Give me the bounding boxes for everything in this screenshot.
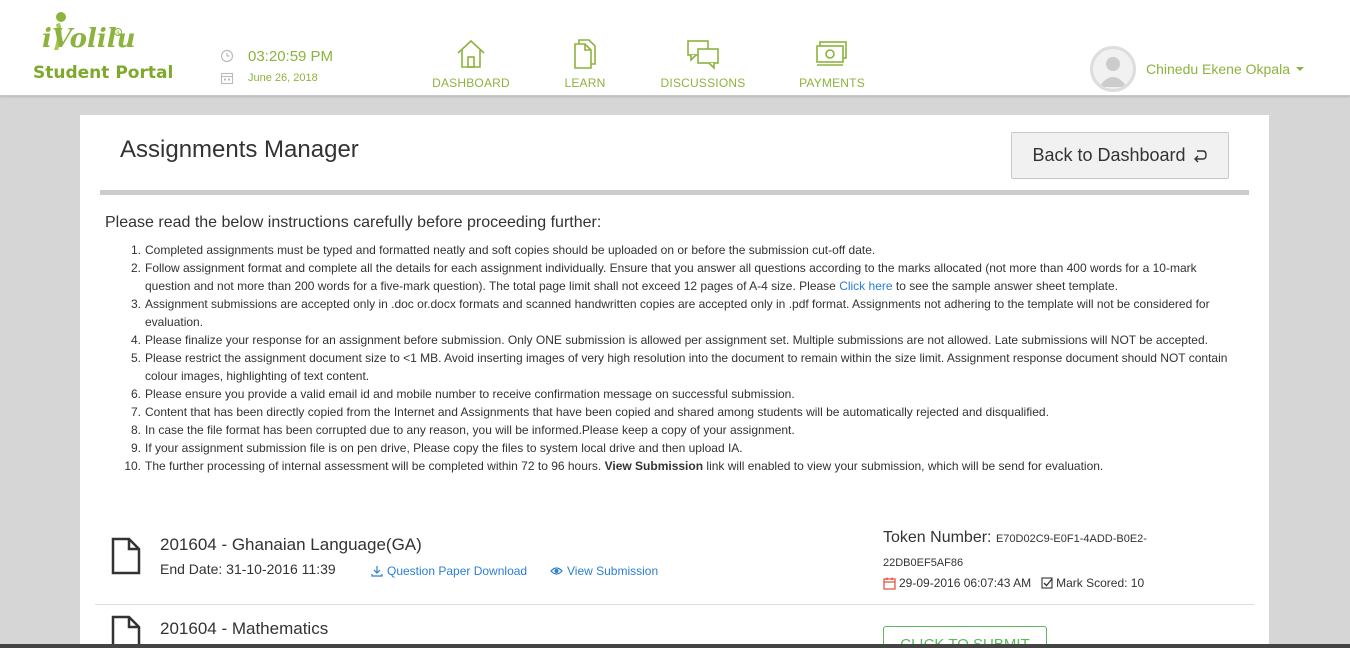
instruction-text: Assignment submissions are accepted only…: [145, 297, 1210, 329]
instruction-text: link will enabled to view your submissio…: [703, 459, 1104, 473]
instruction-item: 2. Follow assignment format and complete …: [131, 259, 1245, 295]
instruction-number: 4.: [130, 333, 141, 347]
instruction-number: 5.: [130, 351, 141, 365]
return-icon: [1193, 149, 1207, 162]
token-info: Token Number: E70D02C9-E0F1-4ADD-B0E2- 2…: [883, 528, 1183, 573]
question-paper-download-label: Question Paper Download: [387, 564, 528, 578]
eye-icon: [550, 567, 563, 575]
assignment-title: 201604 - Ghanaian Language(GA): [160, 535, 422, 554]
instruction-number: 1.: [130, 243, 141, 257]
mark-scored: Mark Scored: 10: [1056, 576, 1145, 590]
token-label: Token Number:: [883, 529, 992, 546]
instructions-list: 1. Completed assignments must be typed an…: [124, 241, 1245, 475]
money-icon: [816, 41, 847, 66]
chevron-down-icon[interactable]: [1296, 67, 1304, 71]
question-paper-download-link[interactable]: Question Paper Download: [371, 564, 527, 578]
user-name[interactable]: Chinedu Ekene Okpala: [1146, 61, 1290, 77]
top-header: R iVolilu Student Portal 03:20:59 PM Jun…: [0, 0, 1350, 96]
avatar[interactable]: [1090, 46, 1136, 92]
assignment-title: 201604 - Mathematics: [160, 619, 329, 638]
user-menu[interactable]: Chinedu Ekene Okpala: [1090, 46, 1304, 92]
instruction-number: 6.: [130, 387, 141, 401]
instruction-text: The further processing of internal asses…: [145, 459, 605, 473]
clock: 03:20:59 PM June 26, 2018: [220, 46, 333, 90]
bottom-edge: [0, 644, 1350, 648]
token-value-part2: 22DB0EF5AF86: [883, 557, 964, 569]
nav-learn[interactable]: LEARN: [530, 38, 640, 90]
current-time: 03:20:59 PM: [248, 47, 334, 65]
instruction-item: 4. Please finalize your response for an a…: [131, 331, 1245, 349]
home-icon: [457, 39, 485, 68]
clock-icon: [220, 49, 234, 63]
logo-brand: iVolilu: [42, 24, 136, 54]
user-icon: [1099, 57, 1127, 87]
instruction-text: If your assignment submission file is on…: [145, 441, 743, 455]
instruction-item: 3. Assignment submissions are accepted on…: [131, 295, 1245, 331]
nav-discussions-label: DISCUSSIONS: [660, 76, 746, 90]
instruction-item: 7. Content that has been directly copied …: [131, 403, 1245, 421]
nav-payments[interactable]: PAYMENTS: [777, 38, 887, 90]
instruction-text: Please restrict the assignment document …: [145, 351, 1228, 383]
logo[interactable]: R iVolilu Student Portal: [30, 10, 180, 86]
back-to-dashboard-label: Back to Dashboard: [1032, 145, 1186, 165]
checkbox-icon: [1041, 577, 1053, 589]
sample-template-link[interactable]: Click here: [839, 279, 892, 293]
instruction-number: 8.: [130, 423, 141, 437]
nav-payments-label: PAYMENTS: [799, 76, 865, 90]
chat-bubbles-icon: [687, 40, 719, 70]
nav-dashboard-label: DASHBOARD: [432, 76, 510, 90]
instruction-item: 10. The further processing of internal as…: [124, 457, 1245, 475]
instruction-item: 6. Please ensure you provide a valid emai…: [131, 385, 1245, 403]
instruction-number: 10.: [124, 459, 141, 473]
instruction-item: 9. If your assignment submission file is …: [131, 439, 1245, 457]
instruction-number: 9.: [130, 441, 141, 455]
assignment-row: 201604 - Ghanaian Language(GA) End Date:…: [95, 523, 1254, 605]
nav-dashboard[interactable]: DASHBOARD: [416, 38, 526, 90]
logo-subtitle: Student Portal: [33, 63, 174, 83]
document-icon: [111, 537, 141, 575]
current-date: June 26, 2018: [248, 72, 318, 84]
view-submission-label: View Submission: [567, 564, 659, 578]
submitted-at: 29-09-2016 06:07:43 AM: [899, 576, 1032, 590]
nav-learn-label: LEARN: [564, 76, 606, 90]
assignment-row: 201604 - Mathematics CLICK TO SUBMIT: [95, 605, 1254, 648]
instruction-number: 7.: [130, 405, 141, 419]
calendar-icon: [220, 72, 234, 85]
instructions-heading: Please read the below instructions caref…: [105, 214, 602, 231]
instruction-text: Content that has been directly copied fr…: [145, 405, 1049, 419]
instruction-text: In case the file format has been corrupt…: [145, 423, 795, 437]
instruction-item: 1. Completed assignments must be typed an…: [131, 241, 1245, 259]
back-to-dashboard-button[interactable]: Back to Dashboard: [1011, 132, 1229, 179]
instruction-item: 8. In case the file format has been corru…: [131, 421, 1245, 439]
token-value-part1: E70D02C9-E0F1-4ADD-B0E2-: [995, 533, 1147, 545]
calendar-icon: [883, 577, 896, 590]
download-icon: [371, 566, 383, 577]
instruction-text-bold: View Submission: [604, 459, 704, 473]
instruction-number: 3.: [130, 297, 141, 311]
instruction-item: 5. Please restrict the assignment documen…: [131, 349, 1245, 385]
title-divider: [100, 190, 1249, 195]
documents-icon: [574, 39, 596, 69]
assignments-panel: Assignments Manager Back to Dashboard Pl…: [80, 115, 1269, 648]
view-submission-link[interactable]: View Submission: [550, 564, 658, 578]
nav-discussions[interactable]: DISCUSSIONS: [648, 38, 758, 90]
instruction-text: Completed assignments must be typed and …: [145, 243, 876, 257]
submission-meta: 29-09-2016 06:07:43 AM Mark Scored: 10: [883, 576, 1144, 590]
instruction-text: to see the sample answer sheet template.: [892, 279, 1119, 293]
instruction-text: Please ensure you provide a valid email …: [145, 387, 795, 401]
instruction-number: 2.: [130, 261, 141, 275]
instruction-text: Please finalize your response for an ass…: [145, 333, 1208, 347]
assignment-end-date: End Date: 31-10-2016 11:39: [160, 561, 336, 577]
page-title: Assignments Manager: [120, 136, 359, 163]
